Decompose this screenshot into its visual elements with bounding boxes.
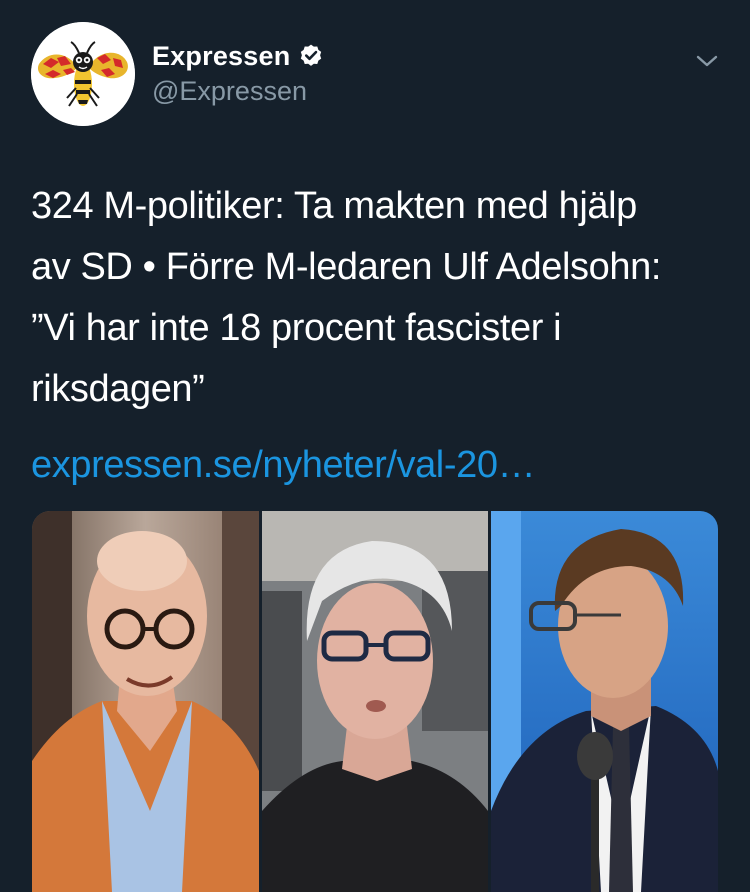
- photo-man-microphone[interactable]: [491, 511, 718, 892]
- tweet-text: 324 M-politiker: Ta makten med hjälp av …: [31, 185, 661, 410]
- photo-older-man[interactable]: [32, 511, 259, 892]
- tweet: Expressen @Expressen 324 M-politiker: Ta…: [0, 0, 750, 892]
- avatar[interactable]: [31, 22, 135, 126]
- account-name-row[interactable]: Expressen: [152, 38, 324, 74]
- chevron-down-icon[interactable]: [692, 46, 722, 76]
- expressen-wasp-logo-icon: [31, 22, 135, 126]
- display-name[interactable]: Expressen: [152, 41, 290, 72]
- account-handle[interactable]: @Expressen: [152, 76, 307, 107]
- tweet-link[interactable]: expressen.se/nyheter/val-20…: [31, 444, 536, 487]
- photo-woman[interactable]: [262, 511, 488, 892]
- media-grid[interactable]: [32, 511, 718, 892]
- verified-badge-icon: [298, 43, 324, 69]
